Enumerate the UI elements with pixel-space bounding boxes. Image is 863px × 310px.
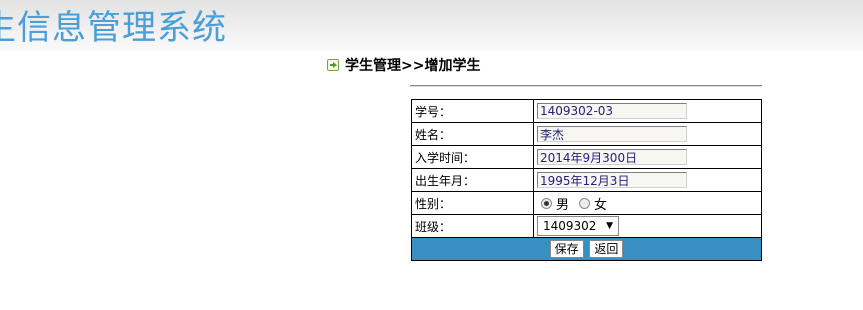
class-select[interactable]: 1409302 ▼ (537, 216, 619, 236)
form-row-student-id: 学号： (411, 99, 762, 123)
form-row-name: 姓名： (411, 122, 762, 146)
birth-date-input[interactable] (537, 172, 687, 188)
gender-male-radio[interactable] (541, 197, 552, 209)
breadcrumb-text: 学生管理>>增加学生 (345, 58, 481, 74)
class-label: 班级： (411, 214, 534, 238)
name-label: 姓名： (411, 122, 534, 146)
save-button[interactable]: 保存 (549, 240, 584, 258)
student-id-label: 学号： (411, 99, 534, 123)
app-title: 生信息管理系统 (0, 8, 227, 48)
divider (410, 85, 762, 87)
gender-female-label[interactable]: 女 (594, 194, 607, 213)
gender-male-label[interactable]: 男 (556, 194, 569, 213)
birth-date-label: 出生年月： (411, 168, 534, 192)
dropdown-caret-icon: ▼ (606, 221, 613, 231)
gender-female-radio[interactable] (579, 197, 591, 209)
back-button[interactable]: 返回 (589, 240, 624, 258)
arrow-right-icon (327, 59, 339, 71)
breadcrumb: 学生管理>>增加学生 (327, 56, 480, 74)
add-student-form: 学号： 姓名： 入学时间： 出生年月： 性别： 男 女 班级： 1409302 … (411, 99, 762, 261)
form-row-gender: 性别： 男 女 (411, 191, 762, 215)
form-row-birth-date: 出生年月： (411, 168, 762, 192)
name-input[interactable] (537, 126, 687, 142)
gender-radio-group: 男 女 (537, 194, 761, 213)
student-id-input[interactable] (537, 103, 687, 119)
enroll-date-label: 入学时间： (411, 145, 534, 169)
form-row-enroll-date: 入学时间： (411, 145, 762, 169)
class-select-value: 1409302 (543, 219, 597, 233)
form-row-class: 班级： 1409302 ▼ (411, 214, 762, 238)
enroll-date-input[interactable] (537, 149, 687, 165)
gender-label: 性别： (411, 191, 534, 215)
form-actions-row: 保存 返回 (411, 237, 762, 261)
header-banner: 生信息管理系统 (0, 0, 863, 51)
